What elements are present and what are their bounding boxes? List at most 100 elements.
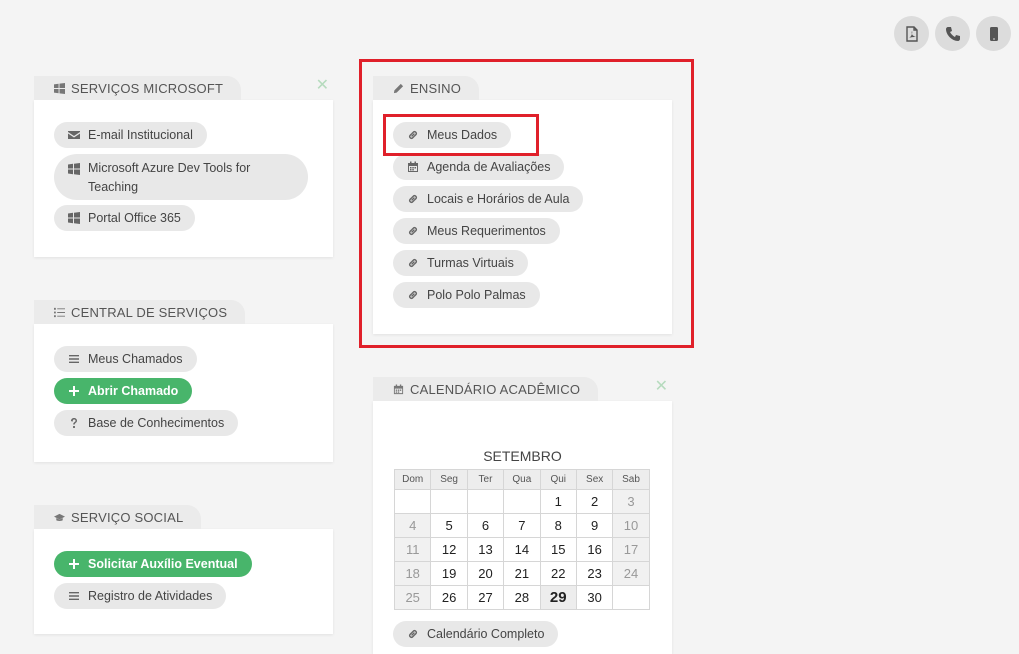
close-icon[interactable]: ✕ xyxy=(655,379,668,395)
calendar-day[interactable]: 24 xyxy=(612,561,650,586)
plus-icon xyxy=(69,386,79,396)
menu-icon xyxy=(69,355,79,363)
polo-palmas-link[interactable]: Polo Polo Palmas xyxy=(393,282,540,308)
email-institucional-link[interactable]: E-mail Institucional xyxy=(54,122,207,148)
calendar-day[interactable]: 3 xyxy=(612,489,650,514)
calendar-grid: Dom Seg Ter Qua Qui Sex Sab 1 2 3 4 5 6 7 8 9 10 11 12 13 1… xyxy=(393,469,650,610)
calendar-day xyxy=(466,489,505,514)
meus-chamados-link[interactable]: Meus Chamados xyxy=(54,346,197,372)
panel-tab: SERVIÇO SOCIAL xyxy=(34,505,202,529)
top-actions xyxy=(894,16,1011,51)
calendar-day[interactable]: 14 xyxy=(503,537,541,562)
calendar-icon xyxy=(408,161,418,172)
base-conhecimentos-link[interactable]: Base de Conhecimentos xyxy=(54,410,239,436)
weekday-header: Dom xyxy=(393,469,432,490)
panel-title: SERVIÇOS MICROSOFT xyxy=(71,80,224,96)
locais-horarios-link[interactable]: Locais e Horários de Aula xyxy=(393,186,584,212)
calendar-day[interactable]: 13 xyxy=(466,537,505,562)
panel-tab: ENSINO xyxy=(373,76,480,100)
calendar-day[interactable]: 8 xyxy=(539,513,577,538)
phone-icon[interactable] xyxy=(935,16,970,51)
calendar-month: SETEMBRO xyxy=(483,448,562,464)
microsoft-services-panel: SERVIÇOS MICROSOFT ✕ E-mail Instituciona… xyxy=(34,76,333,257)
calendar-day[interactable]: 30 xyxy=(575,585,614,610)
academic-calendar-panel: CALENDÁRIO ACADÊMICO ✕ SETEMBRO Dom Seg Te… xyxy=(373,377,672,654)
portal-office-link[interactable]: Portal Office 365 xyxy=(54,205,195,231)
envelope-icon xyxy=(68,131,80,139)
meus-dados-link[interactable]: Meus Dados xyxy=(393,122,512,148)
calendar-day[interactable]: 18 xyxy=(393,561,432,586)
calendar-day[interactable]: 21 xyxy=(503,561,541,586)
calendar-day[interactable]: 9 xyxy=(575,513,614,538)
calendar-day[interactable]: 26 xyxy=(430,585,468,610)
calendar-day[interactable]: 7 xyxy=(503,513,541,538)
weekday-header: Qui xyxy=(539,469,577,490)
calendar-day[interactable]: 17 xyxy=(612,537,650,562)
calendar-icon xyxy=(393,383,404,394)
link-icon xyxy=(409,259,417,267)
calendar-day[interactable]: 23 xyxy=(575,561,614,586)
registro-atividades-link[interactable]: Registro de Atividades xyxy=(54,583,227,609)
menu-icon xyxy=(69,592,79,600)
panel-title: CALENDÁRIO ACADÊMICO xyxy=(410,381,581,397)
calendar-day[interactable]: 6 xyxy=(466,513,505,538)
panel-title: CENTRAL DE SERVIÇOS xyxy=(71,304,228,320)
mobile-icon[interactable] xyxy=(976,16,1011,51)
calendar-day[interactable]: 25 xyxy=(393,585,432,610)
calendar-day[interactable]: 4 xyxy=(393,513,432,538)
weekday-header: Sab xyxy=(612,469,650,490)
ensino-panel: ENSINO Meus Dados Agenda de Avaliações L… xyxy=(373,76,672,334)
calendar-day xyxy=(503,489,541,514)
weekday-header: Seg xyxy=(430,469,468,490)
calendar-day[interactable]: 16 xyxy=(575,537,614,562)
calendar-day[interactable]: 2 xyxy=(575,489,614,514)
calendario-completo-link[interactable]: Calendário Completo xyxy=(393,621,559,647)
close-icon[interactable]: ✕ xyxy=(316,78,329,94)
link-icon xyxy=(409,630,417,638)
calendar-day[interactable]: 28 xyxy=(503,585,541,610)
calendar-day[interactable]: 10 xyxy=(612,513,650,538)
panel-tab: SERVIÇOS MICROSOFT xyxy=(34,76,242,100)
panel-title: ENSINO xyxy=(410,80,462,96)
calendar-day[interactable]: 1 xyxy=(539,489,577,514)
link-icon xyxy=(409,195,417,203)
calendar-day[interactable]: 15 xyxy=(539,537,577,562)
panel-tab: CALENDÁRIO ACADÊMICO xyxy=(373,377,599,401)
calendar-day[interactable]: 27 xyxy=(466,585,505,610)
social-service-panel: SERVIÇO SOCIAL Solicitar Auxílio Eventua… xyxy=(34,505,333,634)
link-icon xyxy=(409,291,417,299)
calendar-day[interactable]: 20 xyxy=(466,561,505,586)
calendar-day xyxy=(393,489,432,514)
calendar-week: 18 19 20 21 22 23 24 xyxy=(393,561,650,586)
calendar-day[interactable]: 19 xyxy=(430,561,468,586)
agenda-avaliacoes-link[interactable]: Agenda de Avaliações xyxy=(393,154,565,180)
calendar-day[interactable]: 22 xyxy=(539,561,577,586)
panel-tab: CENTRAL DE SERVIÇOS xyxy=(34,300,246,324)
solicitar-auxilio-button[interactable]: Solicitar Auxílio Eventual xyxy=(54,551,252,577)
pdf-icon[interactable] xyxy=(894,16,929,51)
plus-icon xyxy=(69,559,79,569)
windows-icon xyxy=(68,163,80,175)
calendar-day[interactable]: 12 xyxy=(430,537,468,562)
pencil-icon xyxy=(393,83,404,93)
calendar-day[interactable]: 5 xyxy=(430,513,468,538)
link-icon xyxy=(409,131,417,139)
calendar-week: 123 xyxy=(393,489,650,514)
calendar-day xyxy=(612,585,650,610)
weekday-header: Sex xyxy=(575,469,614,490)
windows-icon xyxy=(54,82,65,94)
question-icon xyxy=(71,418,77,428)
weekday-header: Ter xyxy=(466,469,505,490)
meus-requerimentos-link[interactable]: Meus Requerimentos xyxy=(393,218,560,244)
windows-icon xyxy=(68,212,80,224)
calendar-day[interactable]: 29 xyxy=(539,585,577,610)
calendar-day[interactable]: 11 xyxy=(393,537,432,562)
azure-dev-tools-link[interactable]: Microsoft Azure Dev Tools for Teaching xyxy=(54,154,308,200)
abrir-chamado-button[interactable]: Abrir Chamado xyxy=(54,378,193,404)
link-icon xyxy=(409,227,417,235)
turmas-virtuais-link[interactable]: Turmas Virtuais xyxy=(393,250,528,276)
central-services-panel: CENTRAL DE SERVIÇOS Meus Chamados Abrir … xyxy=(34,300,333,462)
weekday-header: Qua xyxy=(503,469,541,490)
list-icon xyxy=(54,307,65,317)
calendar-day xyxy=(430,489,468,514)
